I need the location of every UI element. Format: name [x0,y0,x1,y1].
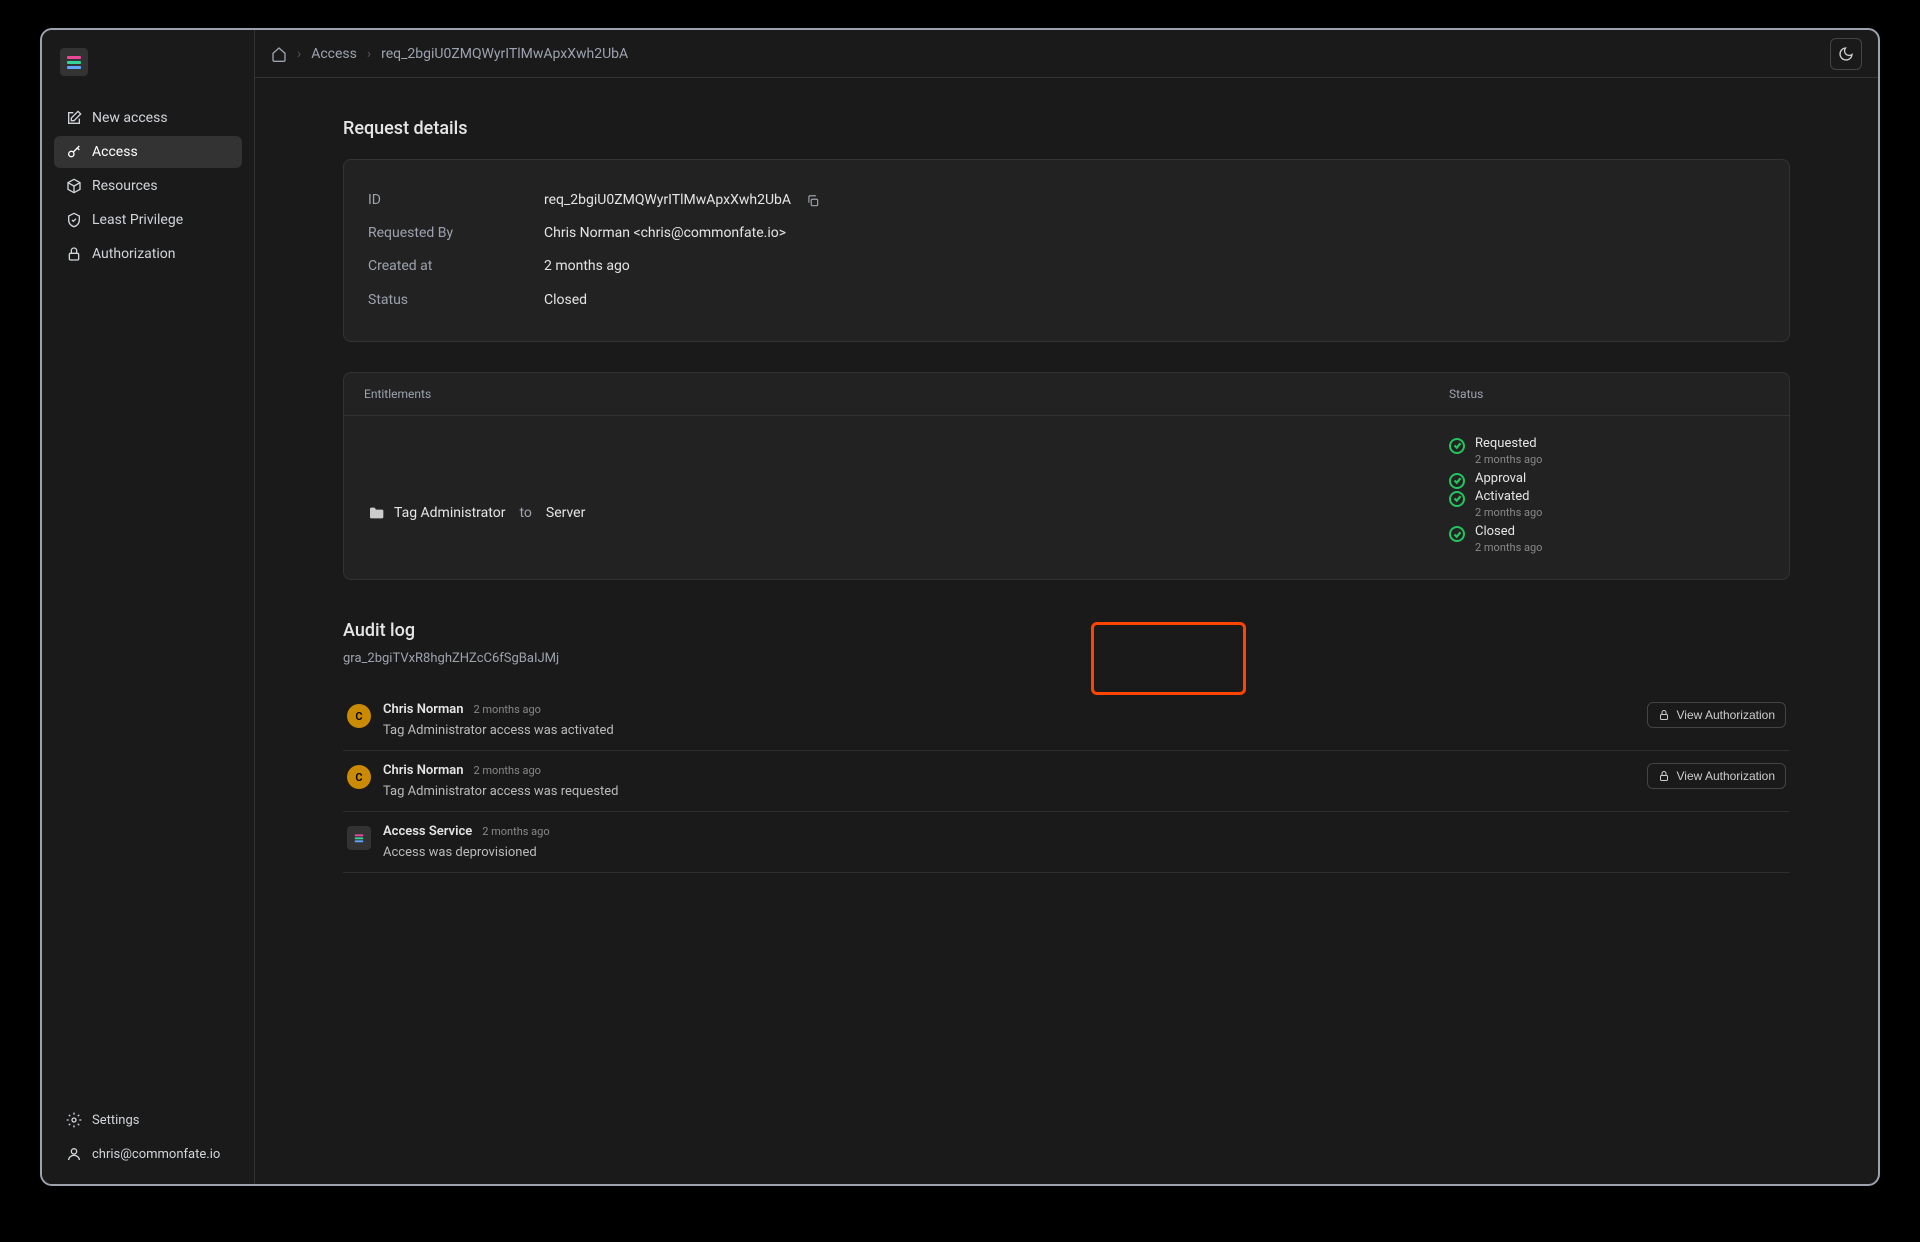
lock-icon [1658,770,1670,782]
sidebar-item-label: Least Privilege [92,212,183,228]
request-details-card: ID req_2bgiU0ZMQWyrITlMwApxXwh2UbA Reque… [343,159,1790,342]
log-time: 2 months ago [474,764,541,777]
status-timeline: Requested 2 months ago Approval Activate… [1449,436,1769,560]
view-authorization-button[interactable]: View Authorization [1647,763,1786,789]
status-label: Activated [1475,489,1542,506]
view-authorization-button[interactable]: View Authorization [1647,702,1786,728]
log-actor: Chris Norman [383,763,464,778]
user-avatar: C [347,765,371,789]
sidebar-item-settings[interactable]: Settings [54,1104,242,1136]
copy-icon [806,194,820,208]
folder-icon [368,505,384,521]
user-icon [66,1146,82,1162]
home-icon[interactable] [271,46,287,62]
check-icon [1449,473,1465,489]
field-label-status: Status [368,288,544,313]
sidebar: New access Access Resources Least Privil… [42,30,255,1184]
shield-icon [66,212,82,228]
user-avatar: C [347,704,371,728]
lock-icon [1658,709,1670,721]
status-header: Status [1449,387,1769,401]
copy-id-button[interactable] [801,189,825,213]
breadcrumb-request-id: req_2bgiU0ZMQWyrITlMwApxXwh2UbA [381,46,628,62]
sidebar-item-least-privilege[interactable]: Least Privilege [54,204,242,236]
log-actor: Chris Norman [383,702,464,717]
log-message: Tag Administrator access was activated [383,723,1635,738]
breadcrumb-access[interactable]: Access [311,46,357,62]
lock-icon [66,246,82,262]
status-time: 2 months ago [1475,453,1542,467]
field-label-requested-by: Requested By [368,221,544,246]
check-icon [1449,526,1465,542]
field-value-created-at: 2 months ago [544,254,630,279]
sidebar-user-email: chris@commonfate.io [92,1147,220,1162]
status-label: Closed [1475,524,1542,541]
status-label: Requested [1475,436,1542,453]
audit-log-title: Audit log [343,620,1790,641]
theme-toggle-button[interactable] [1830,38,1862,70]
edit-icon [66,110,82,126]
field-label-created-at: Created at [368,254,544,279]
logo [42,30,254,94]
audit-log-id: gra_2bgiTVxR8hghZHZcC6fSgBaIJMj [343,651,1790,666]
sidebar-item-label: Authorization [92,246,175,262]
audit-log-entry: C Chris Norman 2 months ago Tag Administrat… [343,690,1790,751]
breadcrumb-sep: › [367,46,371,62]
sidebar-item-access[interactable]: Access [54,136,242,168]
field-value-requested-by: Chris Norman <chris@commonfate.io> [544,221,786,246]
field-label-id: ID [368,188,544,213]
key-icon [66,144,82,160]
entitlement-resource: Server [546,505,585,521]
page-title: Request details [343,118,1790,139]
log-time: 2 months ago [482,825,549,838]
status-time: 2 months ago [1475,541,1542,555]
sidebar-item-authorization[interactable]: Authorization [54,238,242,270]
check-icon [1449,491,1465,507]
entitlements-card: Entitlements Status Tag Administrator to… [343,372,1790,581]
field-value-id: req_2bgiU0ZMQWyrITlMwApxXwh2UbA [544,188,791,213]
check-icon [1449,438,1465,454]
breadcrumb: › Access › req_2bgiU0ZMQWyrITlMwApxXwh2U… [271,46,628,62]
audit-log-entry: C Chris Norman 2 months ago Tag Administrat… [343,751,1790,812]
sidebar-user[interactable]: chris@commonfate.io [54,1138,242,1170]
topbar: › Access › req_2bgiU0ZMQWyrITlMwApxXwh2U… [255,30,1878,78]
sidebar-item-label: Access [92,144,138,160]
sidebar-item-label: New access [92,110,168,126]
log-message: Tag Administrator access was requested [383,784,1635,799]
cube-icon [66,178,82,194]
sidebar-item-label: Resources [92,178,158,194]
audit-log-entry: Access Service 2 months ago Access was dep… [343,812,1790,873]
log-message: Access was deprovisioned [383,845,1786,860]
status-label: Approval [1475,471,1526,488]
entitlements-header: Entitlements [364,387,1449,401]
breadcrumb-sep: › [297,46,301,62]
status-time: 2 months ago [1475,506,1542,520]
sidebar-item-resources[interactable]: Resources [54,170,242,202]
entitlement-to: to [519,505,531,521]
log-actor: Access Service [383,824,472,839]
moon-icon [1838,46,1854,62]
service-avatar [347,826,371,850]
log-time: 2 months ago [474,703,541,716]
entitlement-role: Tag Administrator [394,505,505,521]
sidebar-item-new-access[interactable]: New access [54,102,242,134]
field-value-status: Closed [544,288,587,313]
gear-icon [66,1112,82,1128]
sidebar-item-label: Settings [92,1113,139,1128]
